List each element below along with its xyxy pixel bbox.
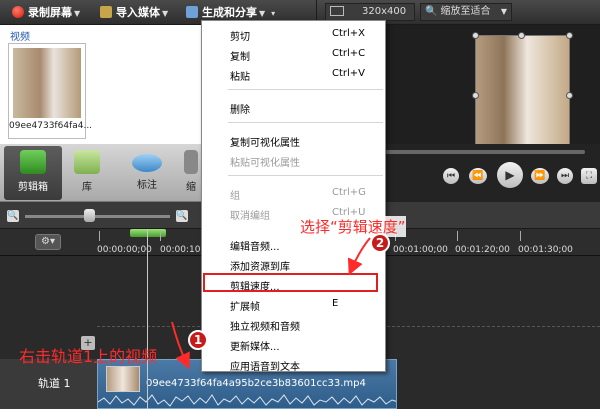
step-1-arrow [171, 321, 190, 370]
step-2-arrow [347, 237, 371, 276]
annotation-arrows [171, 237, 371, 370]
